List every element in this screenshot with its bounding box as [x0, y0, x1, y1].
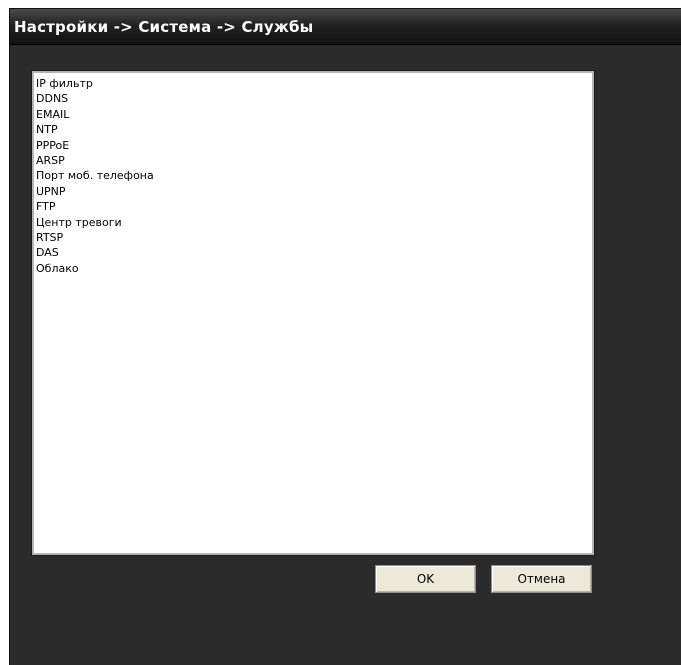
service-list-item[interactable]: UPNP [36, 184, 592, 199]
service-list-item[interactable]: PPPoE [36, 138, 592, 153]
service-list-item[interactable]: DDNS [36, 91, 592, 106]
services-settings-window: Настройки -> Система -> Службы IP фильтр… [9, 8, 681, 665]
ok-button[interactable]: OK [375, 565, 476, 593]
service-list-item[interactable]: Центр тревоги [36, 215, 592, 230]
service-list-item[interactable]: RTSP [36, 230, 592, 245]
service-list-item[interactable]: FTP [36, 199, 592, 214]
services-list[interactable]: IP фильтр DDNS EMAIL NTP PPPoE ARSP Порт моб. … [34, 73, 592, 276]
service-list-item[interactable]: Порт моб. телефона [36, 168, 592, 183]
service-list-item[interactable]: EMAIL [36, 107, 592, 122]
service-list-item[interactable]: IP фильтр [36, 76, 592, 91]
cancel-button[interactable]: Отмена [491, 565, 592, 593]
service-list-item[interactable]: DAS [36, 245, 592, 260]
service-list-item[interactable]: ARSP [36, 153, 592, 168]
service-list-item[interactable]: Облако [36, 261, 592, 276]
services-list-panel[interactable]: IP фильтр DDNS EMAIL NTP PPPoE ARSP Порт моб. … [31, 70, 595, 556]
title-bar: Настройки -> Система -> Службы [10, 9, 681, 45]
window-title: Настройки -> Система -> Службы [14, 18, 314, 36]
service-list-item[interactable]: NTP [36, 122, 592, 137]
